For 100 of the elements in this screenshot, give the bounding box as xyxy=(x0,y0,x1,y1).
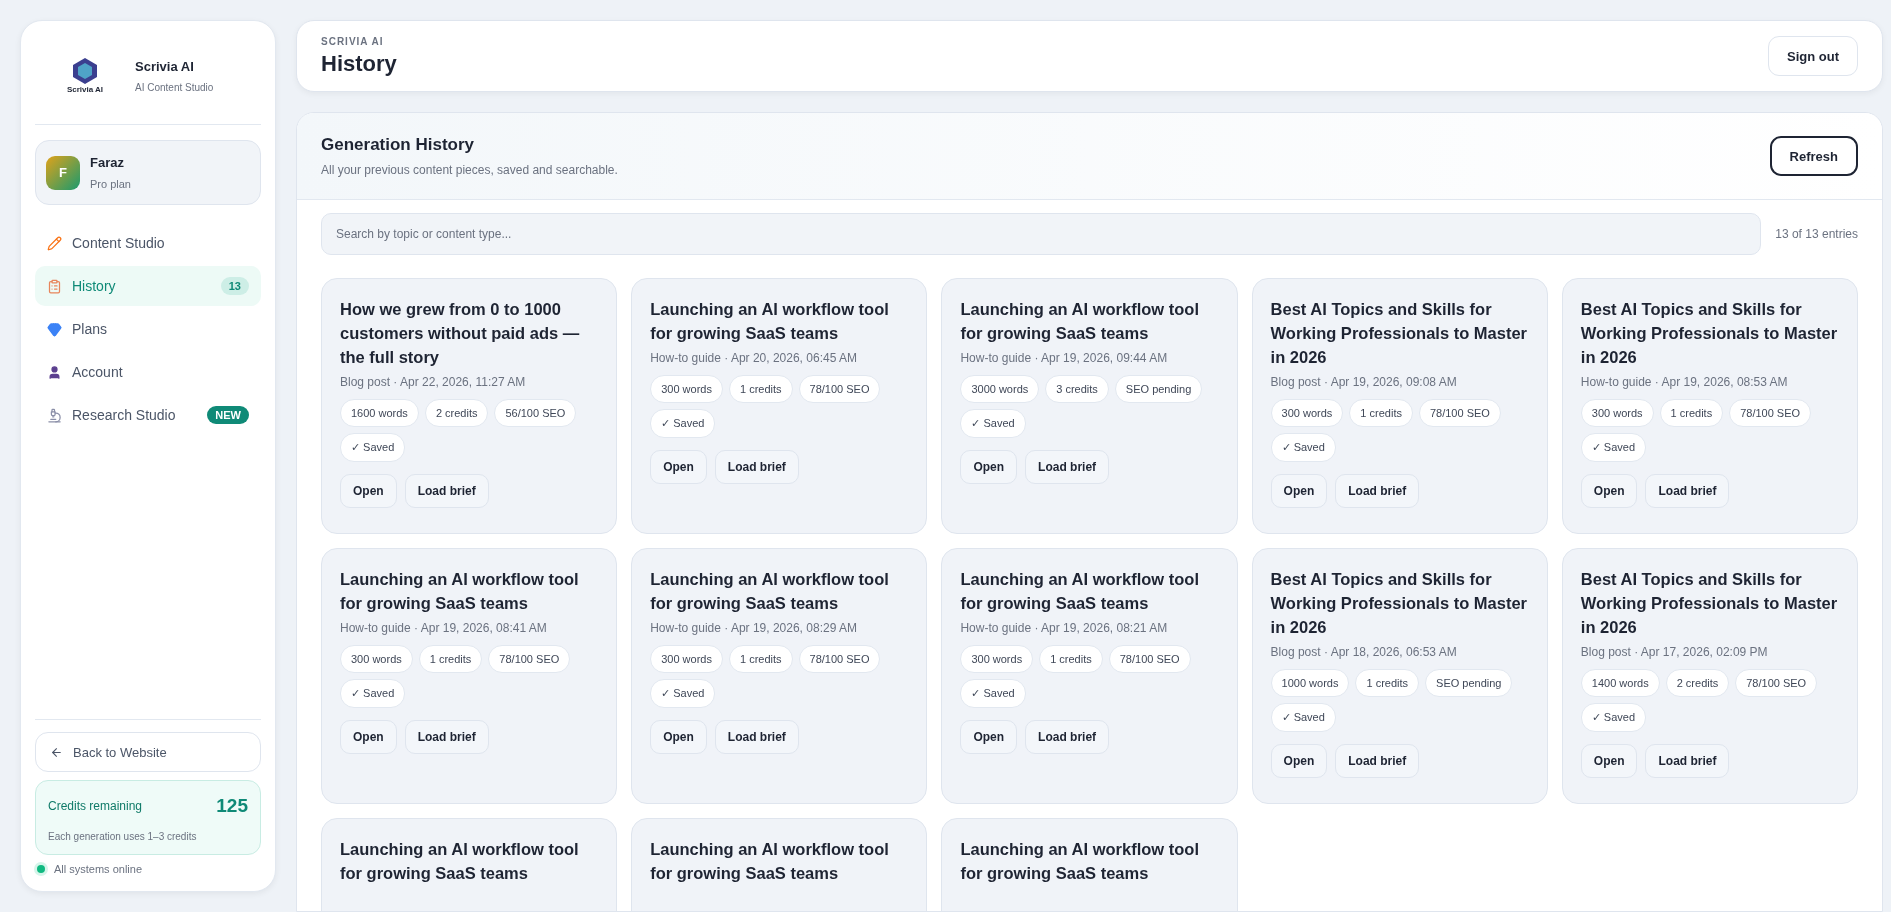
stat-chip: 1 credits xyxy=(418,645,483,673)
open-button[interactable]: Open xyxy=(340,474,397,508)
load-brief-button[interactable]: Load brief xyxy=(1645,474,1730,508)
sign-out-button[interactable]: Sign out xyxy=(1768,36,1858,76)
load-brief-button[interactable]: Load brief xyxy=(1335,744,1420,778)
load-brief-button[interactable]: Load brief xyxy=(1335,474,1420,508)
pencil-icon xyxy=(47,235,62,251)
card-meta: How-to guide · Apr 19, 2026, 08:29 AM xyxy=(650,621,858,635)
person-icon xyxy=(47,364,62,380)
open-button[interactable]: Open xyxy=(1580,474,1638,508)
stat-chip: 300 words xyxy=(960,645,1034,673)
card-title: Launching an AI workflow tool for growing SaaS teams xyxy=(340,569,580,614)
saved-chip: ✓ Saved xyxy=(1580,433,1647,462)
search-field[interactable]: Search by topic or content type... xyxy=(321,213,1762,255)
nav-label: Plans xyxy=(72,321,109,337)
stat-chip: 1400 words xyxy=(1580,669,1660,697)
stat-chip: 56/100 SEO xyxy=(494,399,577,427)
stat-chip: 1 credits xyxy=(728,645,793,673)
open-button[interactable]: Open xyxy=(1270,474,1328,508)
card-title: Best AI Topics and Skills for Working Professionals to Master in 2026 xyxy=(1270,569,1528,638)
stat-chip: 1 credits xyxy=(1039,645,1103,673)
nav-item[interactable]: Content Studio xyxy=(35,223,261,263)
load-brief-button[interactable]: Load brief xyxy=(1025,720,1110,754)
stat-chip: 1 credits xyxy=(1349,399,1413,427)
card-title: Launching an AI workflow tool for growing SaaS teams xyxy=(650,299,890,344)
stat-chip: 300 words xyxy=(650,645,723,673)
saved-chip: ✓ Saved xyxy=(960,409,1026,438)
stat-chip: 3 credits xyxy=(1045,375,1109,403)
panel-subtitle: All your previous content pieces, saved and searchable. xyxy=(321,163,618,177)
saved-chip: ✓ Saved xyxy=(340,433,406,462)
nav-item[interactable]: History 13 xyxy=(35,266,261,306)
open-button[interactable]: Open xyxy=(650,720,707,754)
open-button[interactable]: Open xyxy=(960,450,1018,484)
card-title: Launching an AI workflow tool for growing SaaS teams xyxy=(650,839,890,884)
user-name: Faraz xyxy=(90,155,125,170)
stat-chip: 300 words xyxy=(340,645,413,673)
saved-chip: ✓ Saved xyxy=(650,679,716,708)
saved-chip: ✓ Saved xyxy=(960,679,1026,708)
nav-label: Account xyxy=(72,364,124,380)
stat-chip: 1 credits xyxy=(728,375,793,403)
load-brief-button[interactable]: Load brief xyxy=(1025,450,1110,484)
stat-chip: 1600 words xyxy=(340,399,419,427)
card-meta: How-to guide · Apr 19, 2026, 08:41 AM xyxy=(340,621,548,635)
load-brief-button[interactable]: Load brief xyxy=(404,474,489,508)
clipboard-icon xyxy=(47,278,62,294)
open-button[interactable]: Open xyxy=(340,720,397,754)
card-title: Launching an AI workflow tool for growing SaaS teams xyxy=(960,569,1201,614)
card-meta: Blog post · Apr 18, 2026, 06:53 AM xyxy=(1270,645,1458,659)
card-meta: Blog post · Apr 22, 2026, 11:27 AM xyxy=(340,375,527,389)
stat-chip: 78/100 SEO xyxy=(1108,645,1191,673)
open-button[interactable]: Open xyxy=(650,450,707,484)
saved-chip: ✓ Saved xyxy=(650,409,716,438)
nav-label: History xyxy=(72,278,117,294)
stat-chip: 2 credits xyxy=(1665,669,1730,697)
open-button[interactable]: Open xyxy=(1580,744,1638,778)
card-meta: Blog post · Apr 17, 2026, 02:09 PM xyxy=(1580,645,1769,659)
card-title: Launching an AI workflow tool for growing SaaS teams xyxy=(650,569,890,614)
stat-chip: 1 credits xyxy=(1659,399,1724,427)
credits-value: 125 xyxy=(216,795,248,817)
card-meta: How-to guide · Apr 19, 2026, 09:44 AM xyxy=(960,351,1169,365)
arrow-left-icon xyxy=(50,745,63,759)
saved-chip: ✓ Saved xyxy=(1270,703,1336,732)
card-title: Best AI Topics and Skills for Working Professionals to Master in 2026 xyxy=(1580,299,1839,368)
brand-name: Scrivia AI xyxy=(135,58,195,74)
stat-chip: 78/100 SEO xyxy=(1735,669,1818,697)
logo-text: Scrivia AI xyxy=(66,85,104,94)
saved-chip: ✓ Saved xyxy=(340,679,406,708)
open-button[interactable]: Open xyxy=(1270,744,1328,778)
load-brief-button[interactable]: Load brief xyxy=(1645,744,1730,778)
load-brief-button[interactable]: Load brief xyxy=(714,720,799,754)
nav-label: Content Studio xyxy=(72,235,166,251)
nav-item[interactable]: Account xyxy=(35,352,261,392)
avatar: F xyxy=(46,155,80,190)
stat-chip: SEO pending xyxy=(1114,375,1203,403)
stat-chip: 1 credits xyxy=(1355,669,1420,697)
card-title: Best AI Topics and Skills for Working Professionals to Master in 2026 xyxy=(1580,569,1839,638)
card-meta: How-to guide · Apr 20, 2026, 06:45 AM xyxy=(650,351,858,365)
stat-chip: 300 words xyxy=(1580,399,1654,427)
page-title: History xyxy=(321,50,397,77)
card-meta: How-to guide · Apr 19, 2026, 08:21 AM xyxy=(960,621,1169,635)
user-plan: Pro plan xyxy=(90,178,131,190)
stat-chip: 300 words xyxy=(650,375,723,403)
nav-item[interactable]: Research Studio NEW xyxy=(35,395,261,435)
credits-note: Each generation uses 1–3 credits xyxy=(48,831,198,842)
saved-chip: ✓ Saved xyxy=(1270,433,1336,462)
stat-chip: 78/100 SEO xyxy=(488,645,571,673)
stat-chip: 78/100 SEO xyxy=(1729,399,1812,427)
eyebrow-text: SCRIVIA AI xyxy=(321,35,385,47)
refresh-button[interactable]: Refresh xyxy=(1769,136,1858,176)
brand-tagline: AI Content Studio xyxy=(135,81,214,93)
hexagon-logo-icon xyxy=(72,57,98,85)
load-brief-button[interactable]: Load brief xyxy=(404,720,489,754)
back-button[interactable]: Back to Website xyxy=(35,732,261,772)
saved-chip: ✓ Saved xyxy=(1580,703,1647,732)
load-brief-button[interactable]: Load brief xyxy=(714,450,799,484)
nav-item[interactable]: Plans xyxy=(35,309,261,349)
stat-chip: 78/100 SEO xyxy=(1418,399,1501,427)
stat-chip: SEO pending xyxy=(1425,669,1513,697)
gem-icon xyxy=(47,321,62,337)
open-button[interactable]: Open xyxy=(960,720,1018,754)
